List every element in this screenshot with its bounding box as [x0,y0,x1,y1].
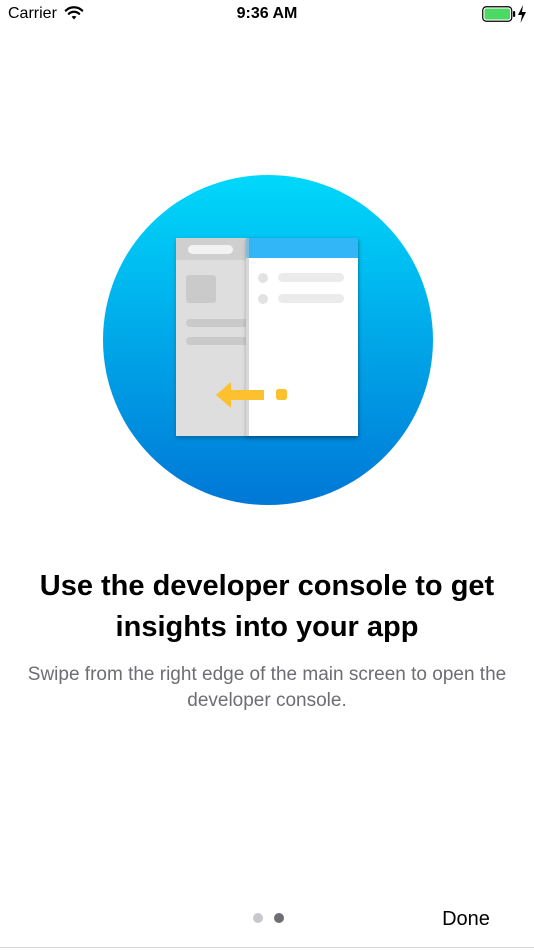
bottom-divider [0,947,534,948]
page-dot-2[interactable] [274,913,284,923]
status-bar: Carrier 9:36 AM [0,0,534,28]
console-panel [246,238,358,436]
page-dot-1[interactable] [253,913,263,923]
clock: 9:36 AM [236,5,298,22]
onboarding-screen: Carrier 9:36 AM Use the developer consol… [0,0,534,950]
onboarding-headline: Use the developer console to get insight… [39,570,495,643]
onboarding-subtitle: Swipe from the right edge of the main sc… [27,664,507,711]
battery-icon [482,6,516,22]
done-button[interactable]: Done [430,905,502,933]
page-indicator[interactable] [253,913,293,925]
developer-console-illustration [103,175,433,505]
charging-bolt-icon [518,5,526,23]
